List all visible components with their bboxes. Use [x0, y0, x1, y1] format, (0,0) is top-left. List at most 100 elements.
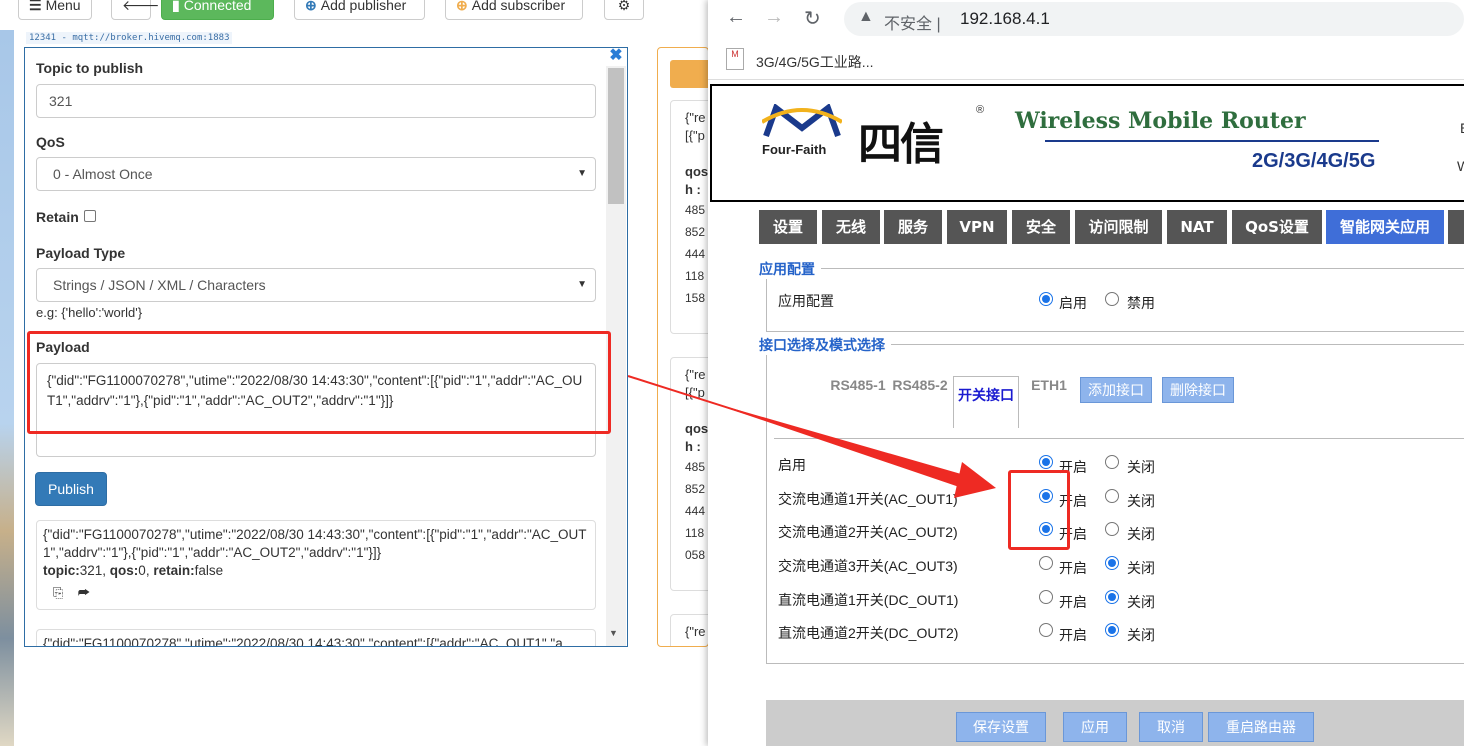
hamburger-icon: ☰ — [29, 0, 42, 13]
switch-on-radio[interactable] — [1039, 590, 1053, 604]
switch-off-radio[interactable] — [1105, 522, 1119, 536]
sub-line: {"re — [685, 367, 706, 382]
sub-line: 058 — [685, 548, 706, 562]
save-settings-button[interactable]: 保存设置 — [956, 712, 1046, 742]
sub-line: 118 — [685, 269, 705, 283]
switch-off-radio[interactable] — [1105, 489, 1119, 503]
qos-value: 0 — [138, 563, 146, 578]
app-config-legend: 应用配置 — [759, 259, 821, 279]
tab-smart-gateway[interactable]: 智能网关应用 — [1326, 210, 1444, 244]
insecure-label: 不安全 | — [884, 16, 941, 33]
switch-row-label: 交流电通道2开关(AC_OUT2) — [778, 524, 958, 540]
switch-on-radio[interactable] — [1039, 556, 1053, 570]
tab-access-restriction[interactable]: 访问限制 — [1075, 210, 1162, 244]
switch-on-radio[interactable] — [1039, 455, 1053, 469]
interface-legend: 接口选择及模式选择 — [759, 335, 891, 355]
scroll-down-icon[interactable]: ▼ — [609, 628, 618, 638]
switch-row-label: 交流电通道3开关(AC_OUT3) — [778, 558, 958, 574]
switch-on-radio[interactable] — [1039, 623, 1053, 637]
connected-button[interactable]: ▮ Connected — [161, 0, 274, 20]
message-meta: topic:321, qos:0, retain:false — [43, 563, 224, 578]
topic-value: 321 — [79, 563, 103, 578]
topic-input[interactable]: 321 — [36, 84, 596, 118]
reboot-router-button[interactable]: 重启路由器 — [1208, 712, 1314, 742]
tab-wireless[interactable]: 无线 — [822, 210, 880, 244]
sub-line: [{"p — [685, 385, 705, 400]
switch-row-label: 启用 — [778, 457, 806, 473]
tab-security[interactable]: 安全 — [1012, 210, 1070, 244]
upload-circle-icon: ⊕ — [305, 0, 317, 13]
signal-icon: ▮ — [172, 0, 180, 13]
forward-arrow-icon[interactable]: → — [764, 6, 784, 29]
share-arrow-icon[interactable]: ➦ — [78, 585, 90, 600]
switch-on-label: 开启 — [1059, 627, 1087, 643]
back-arrow-icon: 🡐 — [122, 0, 160, 13]
address-bar-row: ← → ↻ ▲ 不安全 | 192.168.4.1 — [708, 0, 1464, 40]
delete-interface-button[interactable]: 删除接口 — [1162, 377, 1234, 403]
product-title: Wireless Mobile Router — [1015, 108, 1306, 134]
scrollbar-thumb[interactable] — [608, 68, 624, 204]
sub-line: {"re — [685, 624, 706, 639]
qos-label: QoS — [36, 134, 65, 150]
caret-down-icon: ▼ — [577, 168, 587, 179]
router-content: 应用配置 应用配置 启用 禁用 接口选择及模式选择 RS485-1 RS485-… — [708, 246, 1464, 746]
topic-label: Topic to publish — [36, 60, 144, 76]
menu-button[interactable]: ☰ Menu — [18, 0, 92, 20]
switch-off-label: 关闭 — [1127, 459, 1155, 475]
subscriber-header — [670, 60, 708, 88]
iface-tab-rs485-2[interactable]: RS485-2 — [890, 376, 950, 394]
copy-icon[interactable]: ⎘ — [53, 585, 63, 600]
tab-vpn[interactable]: VPN — [947, 210, 1007, 244]
back-arrow-icon[interactable]: ← — [726, 6, 746, 29]
sub-line: 852 — [685, 225, 706, 239]
add-publisher-button[interactable]: ⊕ Add publisher — [294, 0, 425, 20]
payload-type-select[interactable]: Strings / JSON / XML / Characters ▼ — [36, 268, 596, 302]
retain-key: retain: — [153, 563, 195, 578]
retain-label: Retain — [36, 209, 79, 225]
add-interface-button[interactable]: 添加接口 — [1080, 377, 1152, 403]
bookmark-bar: M 3G/4G/5G工业路... — [708, 40, 1464, 80]
qos-select[interactable]: 0 - Almost Once ▼ — [36, 157, 596, 191]
header-right-text: E — [1460, 120, 1464, 136]
close-icon[interactable]: ✖ — [608, 48, 624, 64]
insecure-text: 不安全 — [884, 16, 933, 33]
cancel-button[interactable]: 取消 — [1139, 712, 1203, 742]
reload-icon[interactable]: ↻ — [804, 6, 821, 31]
switch-off-radio[interactable] — [1105, 590, 1119, 604]
message-actions: ⎘ ➦ — [53, 584, 589, 602]
app-enable-radio[interactable] — [1039, 292, 1053, 306]
caret-down-icon: ▼ — [577, 279, 587, 290]
subscriber-panel: {"re [{"p qos h : 485 852 444 118 158 {"… — [657, 47, 709, 647]
tab-more[interactable] — [1448, 210, 1464, 244]
radio-highlight-box — [1008, 470, 1070, 550]
published-message: {"did":"FG1100070278","utime":"2022/08/3… — [36, 520, 596, 610]
settings-button[interactable]: ⚙ — [604, 0, 644, 20]
iface-tab-switch[interactable]: 开关接口 — [953, 376, 1019, 428]
switch-off-radio[interactable] — [1105, 455, 1119, 469]
iface-tab-rs485-1[interactable]: RS485-1 — [828, 376, 888, 394]
url-field[interactable]: ▲ 不安全 | 192.168.4.1 — [844, 2, 1464, 36]
browser-window: ← → ↻ ▲ 不安全 | 192.168.4.1 M 3G/4G/5G工业路.… — [708, 0, 1464, 746]
switch-off-radio[interactable] — [1105, 623, 1119, 637]
bookmark-item[interactable]: 3G/4G/5G工业路... — [756, 52, 873, 72]
apply-button[interactable]: 应用 — [1063, 712, 1127, 742]
app-disable-radio[interactable] — [1105, 292, 1119, 306]
desktop-wallpaper — [0, 30, 14, 746]
iface-tab-eth1[interactable]: ETH1 — [1026, 376, 1072, 394]
subscriber-message: {"re — [670, 614, 708, 646]
tab-qos[interactable]: QoS设置 — [1232, 210, 1322, 244]
back-button[interactable]: 🡐 — [111, 0, 160, 20]
warning-icon[interactable]: ▲ — [858, 8, 874, 26]
switch-row-label: 直流电通道1开关(DC_OUT1) — [778, 592, 959, 608]
tab-nat[interactable]: NAT — [1167, 210, 1227, 244]
switch-off-radio[interactable] — [1105, 556, 1119, 570]
sub-line: 118 — [685, 526, 705, 540]
tab-settings[interactable]: 设置 — [759, 210, 817, 244]
retain-checkbox[interactable] — [84, 210, 96, 222]
router-footer: 保存设置 应用 取消 重启路由器 — [766, 700, 1464, 746]
tab-services[interactable]: 服务 — [884, 210, 942, 244]
add-subscriber-button[interactable]: ⊕ Add subscriber — [445, 0, 583, 20]
sub-line: 485 — [685, 203, 706, 217]
sub-line: qos — [685, 164, 709, 179]
publish-button[interactable]: Publish — [35, 472, 107, 506]
